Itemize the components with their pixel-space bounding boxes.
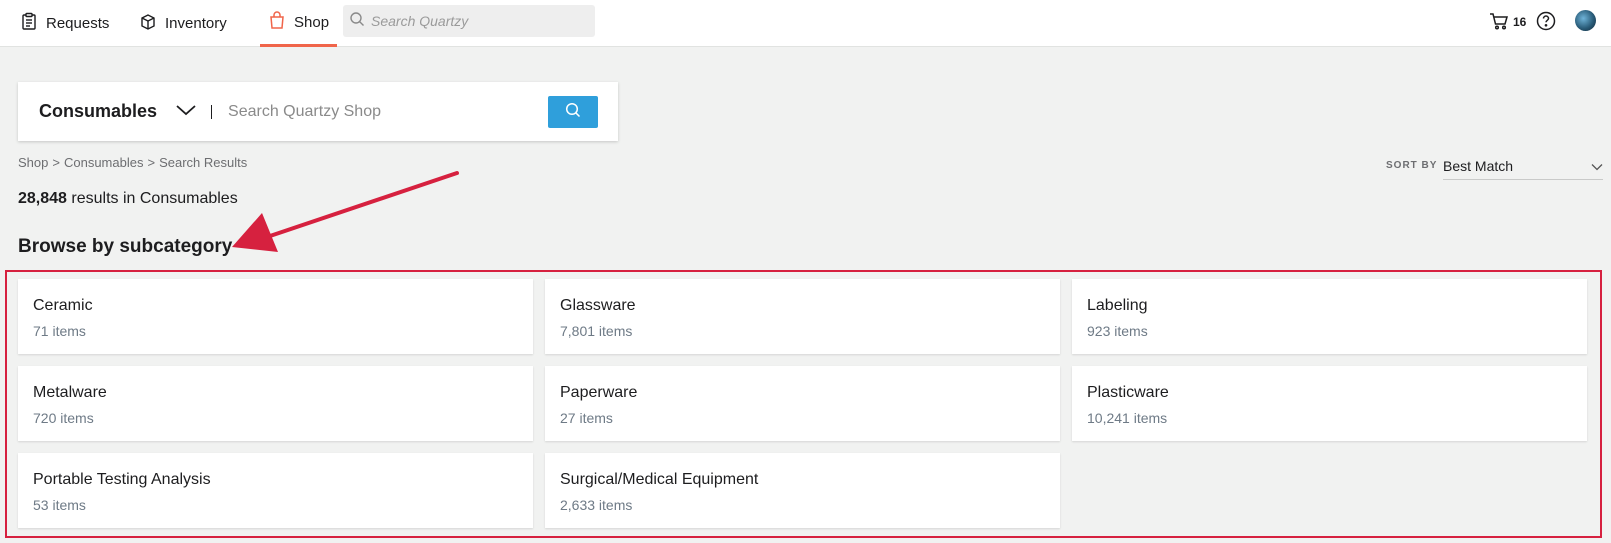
- subcategory-count: 27 items: [560, 410, 613, 426]
- category-selected: Consumables: [39, 101, 158, 121]
- results-text: results in Consumables: [71, 190, 238, 207]
- breadcrumb-shop[interactable]: Shop: [18, 155, 48, 170]
- chevron-down-icon: [157, 101, 197, 122]
- breadcrumb-separator: >: [52, 155, 60, 170]
- search-divider: [211, 104, 213, 119]
- question-circle-icon: [1536, 11, 1556, 35]
- shop-search-input[interactable]: [228, 102, 549, 121]
- subcategory-name: Plasticware: [1087, 384, 1169, 401]
- nav-shop[interactable]: Shop: [260, 0, 338, 47]
- shop-search-bar: Consumables: [18, 82, 618, 141]
- search-icon: [565, 102, 581, 123]
- cart-button[interactable]: 16: [1489, 10, 1526, 34]
- search-icon: [349, 11, 365, 32]
- subcategory-name: Portable Testing Analysis: [33, 471, 211, 488]
- sort-label: SORT BY: [1386, 160, 1438, 171]
- sort-dropdown[interactable]: Best Match: [1443, 152, 1603, 180]
- subcategory-card[interactable]: Paperware 27 items: [545, 366, 1060, 441]
- nav-inventory[interactable]: Inventory: [139, 0, 227, 46]
- category-dropdown[interactable]: Consumables: [18, 82, 197, 141]
- subcategory-count: 2,633 items: [560, 497, 633, 513]
- chevron-down-icon: [1591, 158, 1603, 174]
- subcategory-card[interactable]: Plasticware 10,241 items: [1072, 366, 1587, 441]
- subcategory-card[interactable]: Portable Testing Analysis 53 items: [18, 453, 533, 528]
- nav-shop-label: Shop: [294, 13, 330, 31]
- subcategory-name: Glassware: [560, 297, 636, 314]
- breadcrumb-separator: >: [147, 155, 156, 170]
- subcategory-name: Labeling: [1087, 297, 1148, 314]
- subcategory-card[interactable]: Surgical/Medical Equipment 2,633 items: [545, 453, 1060, 528]
- top-nav: Requests Inventory Shop 16: [0, 0, 1611, 47]
- annotation-arrow: [232, 171, 459, 252]
- cart-icon: [1489, 12, 1509, 33]
- breadcrumb: Shop > Consumables > Search Results: [18, 155, 247, 170]
- subcategory-card[interactable]: Glassware 7,801 items: [545, 279, 1060, 354]
- sort-selected: Best Match: [1443, 157, 1514, 174]
- subcategory-count: 71 items: [33, 323, 86, 339]
- global-search-input[interactable]: [371, 13, 591, 29]
- subcategory-name: Surgical/Medical Equipment: [560, 471, 759, 488]
- subcategory-card[interactable]: Ceramic 71 items: [18, 279, 533, 354]
- shop-search-button[interactable]: [548, 96, 598, 128]
- avatar[interactable]: [1575, 10, 1596, 31]
- nav-requests-label: Requests: [46, 14, 110, 32]
- subcategory-count: 10,241 items: [1087, 410, 1168, 426]
- cart-count: 16: [1513, 15, 1527, 29]
- subcategory-count: 53 items: [33, 497, 86, 513]
- help-button[interactable]: [1536, 11, 1556, 31]
- subcategory-card[interactable]: Metalware 720 items: [18, 366, 533, 441]
- clipboard-icon: [20, 12, 38, 34]
- results-summary: 28,848 results in Consumables: [18, 190, 238, 208]
- subcategory-count: 7,801 items: [560, 323, 633, 339]
- nav-requests[interactable]: Requests: [20, 0, 109, 46]
- nav-inventory-label: Inventory: [165, 14, 227, 32]
- box-icon: [139, 12, 157, 34]
- subcategory-count: 720 items: [33, 410, 94, 426]
- subcategory-name: Metalware: [33, 384, 107, 401]
- subcategory-card[interactable]: Labeling 923 items: [1072, 279, 1587, 354]
- subcategory-name: Paperware: [560, 384, 638, 401]
- breadcrumb-consumables[interactable]: Consumables: [64, 155, 144, 170]
- results-count: 28,848: [18, 190, 67, 207]
- subcategory-count: 923 items: [1087, 323, 1148, 339]
- subcategory-name: Ceramic: [33, 297, 93, 314]
- global-search: [343, 5, 595, 37]
- shopping-bag-icon: [268, 11, 286, 33]
- browse-heading: Browse by subcategory: [18, 236, 233, 257]
